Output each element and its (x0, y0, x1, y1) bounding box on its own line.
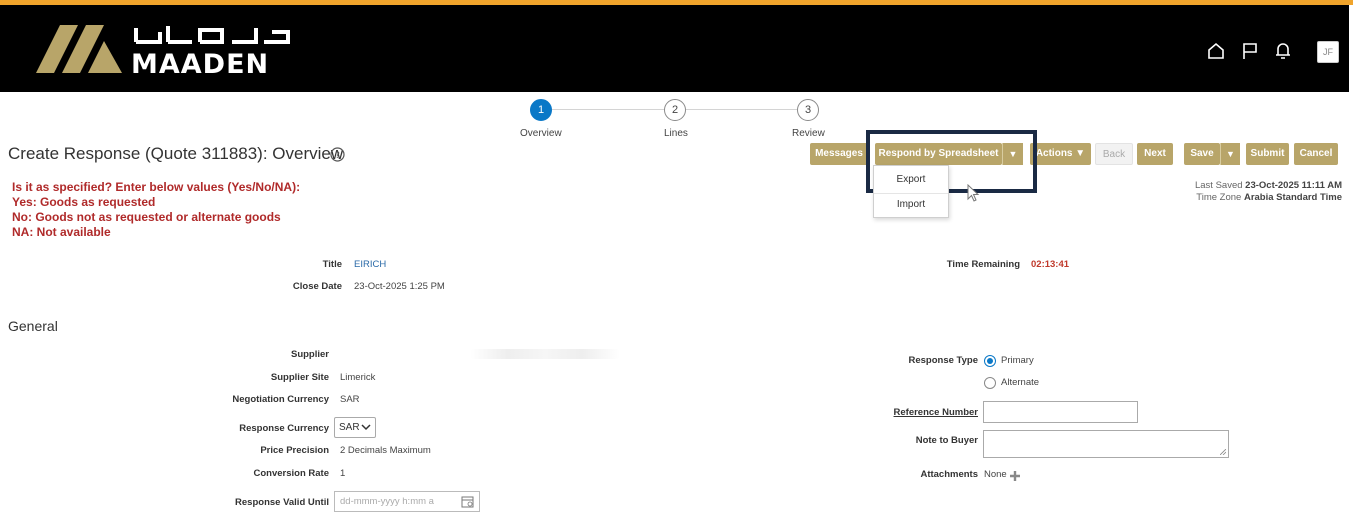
time-zone-label: Time Zone (1196, 192, 1242, 203)
supplier-label: Supplier (290, 349, 329, 360)
response-type-primary-label[interactable]: Primary (1001, 355, 1034, 366)
response-valid-until-input[interactable]: dd-mmm-yyyy h:mm a (334, 491, 480, 512)
instruction-line: No: Goods not as requested or alternate … (12, 210, 281, 224)
response-currency-select[interactable]: SAR (334, 417, 376, 438)
last-saved-value: 23-Oct-2025 11:11 AM (1245, 180, 1342, 191)
flag-icon[interactable] (1240, 41, 1260, 61)
user-avatar[interactable]: JF (1317, 41, 1339, 63)
supplier-site-value: Limerick (340, 372, 376, 383)
chevron-down-icon (361, 424, 371, 431)
supplier-value-redacted (470, 349, 620, 359)
title-value-link[interactable]: EIRICH (354, 259, 386, 270)
bell-icon[interactable] (1273, 41, 1293, 61)
back-button[interactable]: Back (1095, 143, 1133, 165)
save-dropdown-arrow[interactable]: ▼ (1220, 143, 1240, 165)
response-type-alternate-label[interactable]: Alternate (1001, 377, 1039, 388)
response-valid-until-label: Response Valid Until (235, 497, 329, 508)
reference-number-input[interactable] (983, 401, 1138, 423)
note-to-buyer-textarea[interactable] (983, 430, 1229, 458)
conversion-rate-value: 1 (340, 468, 346, 479)
train-stop-overview[interactable]: 1 (530, 99, 552, 121)
response-type-alternate-radio[interactable] (984, 377, 996, 389)
note-to-buyer-label: Note to Buyer (915, 435, 978, 446)
price-precision-value: 2 Decimals Maximum (340, 445, 431, 456)
negotiation-currency-value: SAR (340, 394, 360, 405)
attachments-label: Attachments (920, 469, 978, 480)
spreadsheet-menu: Export Import (873, 165, 949, 218)
title-label: Title (322, 259, 342, 270)
instruction-line: NA: Not available (12, 225, 111, 239)
instruction-line: Is it as specified? Enter below values (… (12, 180, 301, 194)
reference-number-label: Reference Number (893, 407, 978, 418)
time-remaining-value: 02:13:41 (1031, 259, 1070, 270)
attachments-value: None (984, 469, 1007, 480)
train-stop-lines[interactable]: 2 (664, 99, 686, 121)
last-saved-info: Last Saved 23-Oct-2025 11:11 AM Time Zon… (1195, 180, 1342, 204)
time-zone-value: Arabia Standard Time (1243, 192, 1342, 203)
general-section-title: General (8, 318, 58, 334)
submit-button[interactable]: Submit (1246, 143, 1289, 165)
cancel-button[interactable]: Cancel (1294, 143, 1338, 165)
actions-button-label: Actions (1035, 148, 1073, 159)
price-precision-label: Price Precision (260, 445, 329, 456)
conversion-rate-label: Conversion Rate (253, 468, 330, 479)
add-attachment-icon[interactable] (1009, 470, 1021, 482)
response-type-label: Response Type (908, 355, 978, 366)
next-button[interactable]: Next (1137, 143, 1173, 165)
brand-name: MAADEN (131, 49, 270, 80)
app-header: MAADEN JF (0, 5, 1349, 92)
home-icon[interactable] (1206, 41, 1226, 61)
actions-button[interactable]: Actions ▼ (1030, 143, 1091, 165)
response-currency-label: Response Currency (239, 423, 329, 434)
pointer-cursor-icon (967, 184, 980, 202)
train-stop-review[interactable]: 3 (797, 99, 819, 121)
last-saved-label: Last Saved (1194, 180, 1243, 191)
instructions-block: Is it as specified? Enter below values (… (12, 180, 300, 240)
calendar-icon[interactable] (461, 495, 474, 508)
supplier-site-label: Supplier Site (270, 372, 329, 383)
help-icon[interactable]: ? (330, 147, 345, 162)
resize-grip-icon[interactable] (1220, 449, 1226, 455)
menu-item-export[interactable]: Export (874, 169, 948, 191)
response-type-primary-radio[interactable] (984, 355, 996, 367)
svg-text:?: ? (335, 151, 340, 161)
train-connector (686, 109, 797, 110)
page-title: Create Response (Quote 311883): Overview (8, 144, 344, 163)
save-button[interactable]: Save (1184, 143, 1220, 165)
menu-item-import[interactable]: Import (874, 193, 948, 215)
date-placeholder: dd-mmm-yyyy h:mm a (340, 496, 434, 507)
train-connector (552, 109, 664, 110)
messages-button[interactable]: Messages (810, 143, 868, 165)
actions-chevron-icon: ▼ (1075, 148, 1086, 159)
maaden-logo-icon (36, 25, 122, 73)
train-label-overview[interactable]: Overview (520, 128, 562, 139)
maaden-arabic-wordmark (134, 26, 290, 44)
close-date-value: 23-Oct-2025 1:25 PM (354, 281, 445, 292)
negotiation-currency-label: Negotiation Currency (232, 394, 329, 405)
time-remaining-label: Time Remaining (946, 259, 1020, 270)
close-date-label: Close Date (292, 281, 342, 292)
train-label-review[interactable]: Review (792, 128, 825, 139)
train-label-lines[interactable]: Lines (664, 128, 688, 139)
instruction-line: Yes: Goods as requested (12, 195, 156, 209)
response-currency-selected: SAR (339, 422, 360, 433)
